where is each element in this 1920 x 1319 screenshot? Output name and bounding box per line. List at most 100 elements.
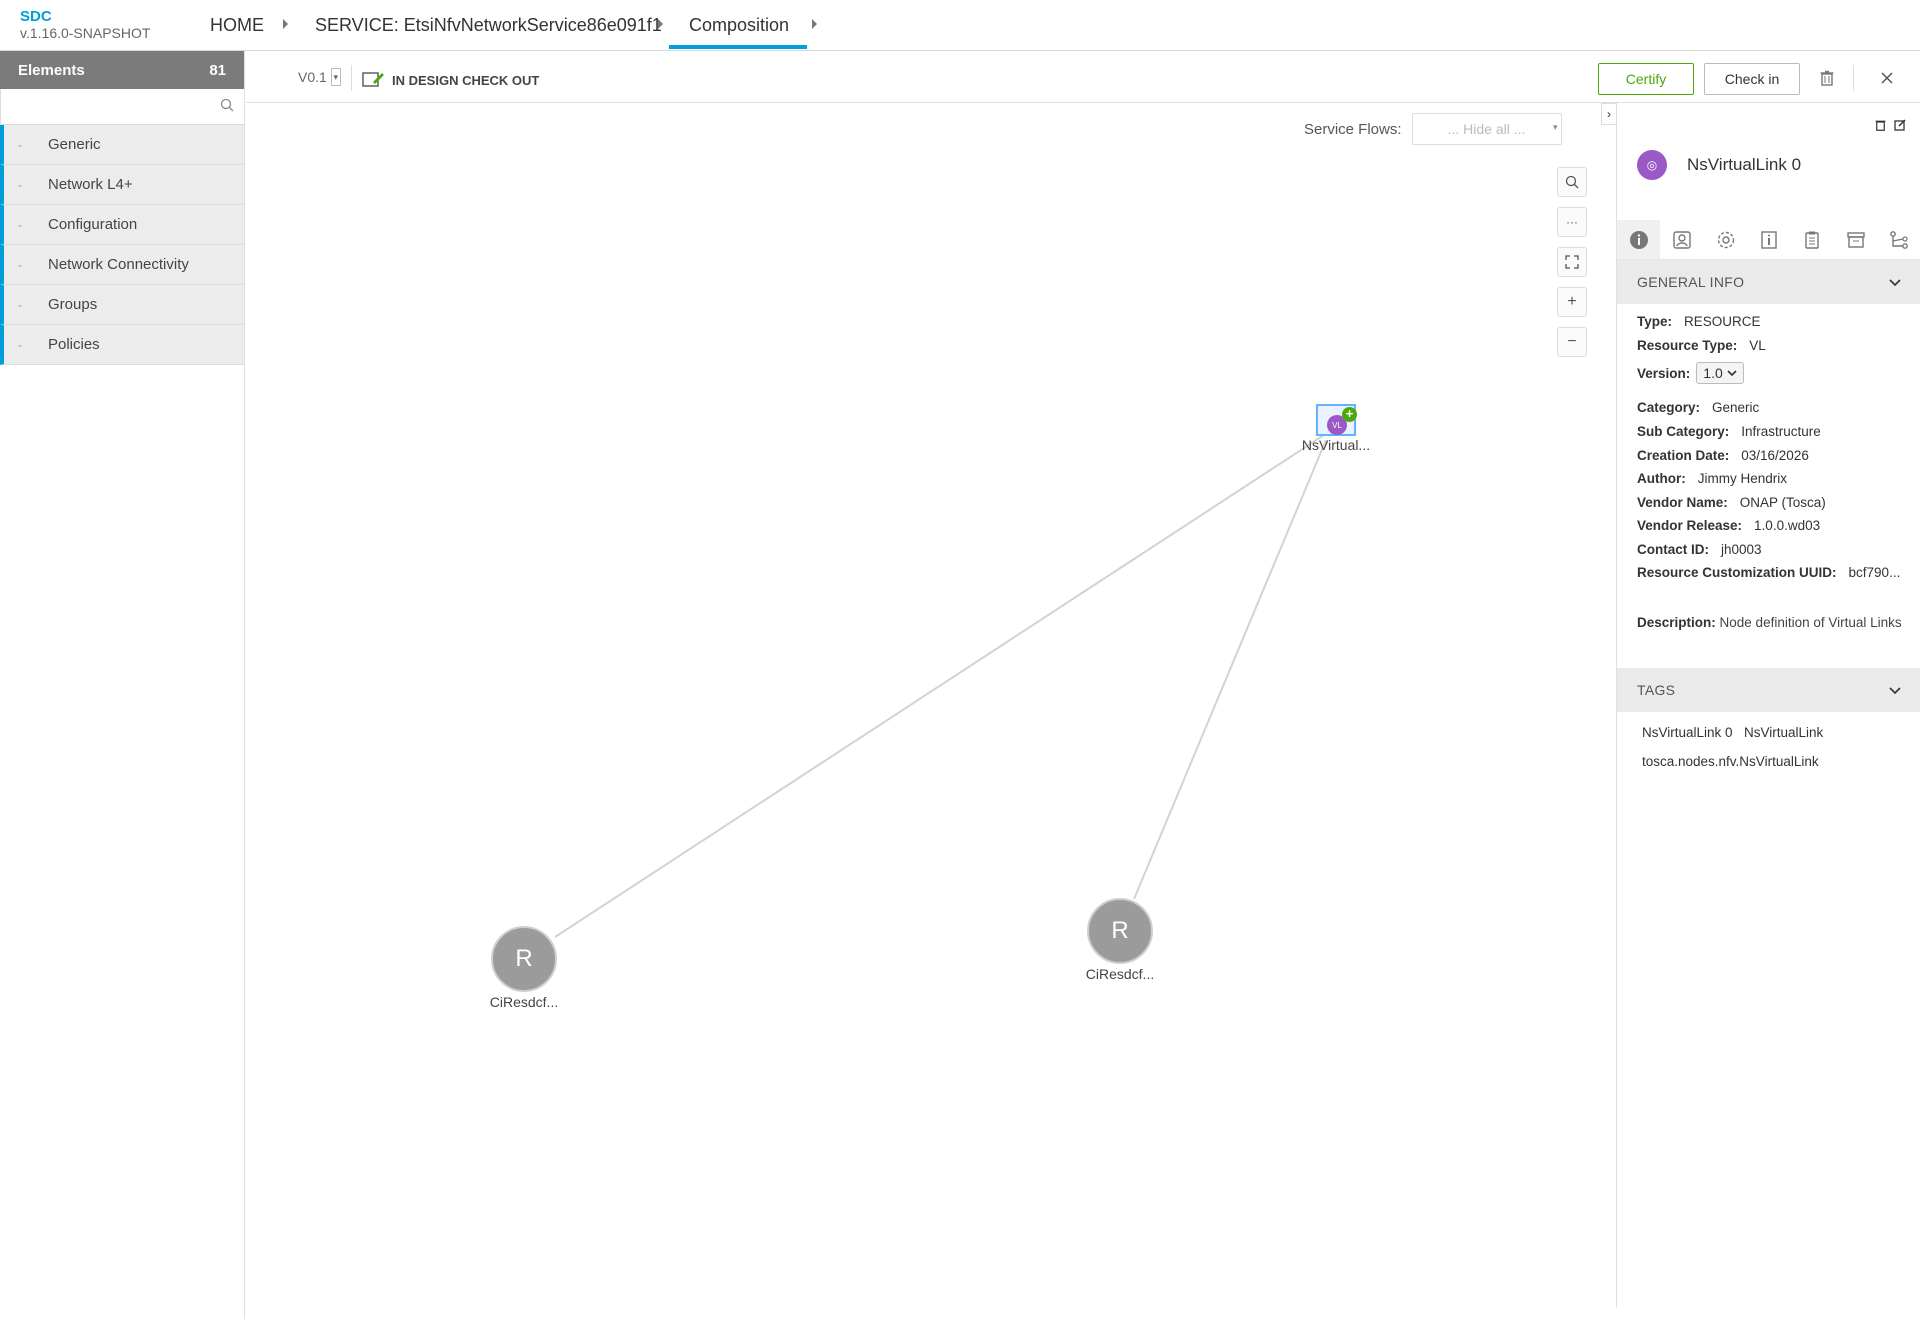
check-in-button[interactable]: Check in xyxy=(1704,63,1800,95)
info-value: Jimmy Hendrix xyxy=(1697,471,1787,486)
component-name: NsVirtualLink 0 xyxy=(1687,155,1802,174)
node-label[interactable]: CiResdcf... xyxy=(464,994,584,1010)
app-logo[interactable]: SDC v.1.16.0-SNAPSHOT xyxy=(20,9,151,42)
info-value: 03/16/2026 xyxy=(1741,448,1809,463)
version-value: V0.1 xyxy=(298,69,327,85)
collapse-dash-icon: - xyxy=(18,137,22,152)
service-flows-select[interactable]: ... Hide all ... ▾ xyxy=(1411,113,1562,145)
info-row-contact-id: Contact ID: jh0003 xyxy=(1637,542,1762,557)
breadcrumb-arrow-icon[interactable] xyxy=(658,19,663,29)
breadcrumb-service[interactable]: SERVICE: EtsiNfvNetworkService86e091f1 xyxy=(315,15,662,36)
category-generic[interactable]: - Generic xyxy=(0,125,244,165)
general-info-header[interactable]: GENERAL INFO xyxy=(1617,260,1920,304)
add-relation-icon[interactable]: + xyxy=(1342,407,1357,422)
info-value: 1.0.0.wd03 xyxy=(1754,518,1821,533)
info-row-vendor-release: Vendor Release: 1.0.0.wd03 xyxy=(1637,518,1820,533)
caret-down-icon: ▾ xyxy=(330,68,341,86)
tags-header[interactable]: TAGS xyxy=(1617,668,1920,712)
lifecycle-status: IN DESIGN CHECK OUT xyxy=(362,70,539,91)
caret-down-icon: ▾ xyxy=(1553,122,1558,132)
version-select[interactable]: V0.1 ▾ xyxy=(298,68,341,86)
plus-icon[interactable]: + xyxy=(1557,287,1587,317)
info-key: Sub Category: xyxy=(1637,424,1730,439)
elements-search-input[interactable] xyxy=(1,89,201,123)
info-row-vendor-name: Vendor Name: ONAP (Tosca) xyxy=(1637,495,1826,510)
collapse-dash-icon: - xyxy=(18,217,22,232)
top-nav: SDC v.1.16.0-SNAPSHOT HOME SERVICE: Etsi… xyxy=(0,0,1920,51)
trash-icon[interactable] xyxy=(1875,118,1886,136)
divider xyxy=(1853,65,1854,91)
category-network-l4[interactable]: - Network L4+ xyxy=(0,165,244,205)
elements-search xyxy=(0,89,244,125)
breadcrumb-arrow-icon[interactable] xyxy=(812,19,817,29)
relation-edge[interactable] xyxy=(1133,439,1327,900)
tab-information-artifacts[interactable] xyxy=(1747,220,1790,259)
component-version-select[interactable]: 1.0 xyxy=(1696,362,1744,384)
info-row-version: Version: 1.0 xyxy=(1637,362,1744,384)
search-icon[interactable] xyxy=(1557,167,1587,197)
certify-button[interactable]: Certify xyxy=(1598,63,1694,95)
status-text: IN DESIGN CHECK OUT xyxy=(392,73,540,88)
archive-icon xyxy=(1847,231,1865,248)
tags-title: TAGS xyxy=(1637,682,1676,698)
service-flows-value: ... Hide all ... xyxy=(1447,121,1526,137)
info-row-uuid: Resource Customization UUID: bcf790... xyxy=(1637,565,1900,580)
info-key: Resource Type: xyxy=(1637,338,1738,353)
active-tab-indicator xyxy=(669,45,807,49)
workspace-toolbar: V0.1 ▾ IN DESIGN CHECK OUT Certify Check… xyxy=(246,51,1920,103)
close-icon[interactable] xyxy=(1876,67,1898,89)
category-label: Groups xyxy=(48,296,98,313)
tab-general-info[interactable] xyxy=(1617,220,1661,259)
info-key: Category: xyxy=(1637,400,1701,415)
tab-relations[interactable] xyxy=(1878,220,1920,259)
resource-node[interactable]: R xyxy=(491,926,557,992)
info-key: Author: xyxy=(1637,471,1686,486)
collapse-dash-icon: - xyxy=(18,257,22,272)
tab-requirements-capabilities[interactable] xyxy=(1834,220,1877,259)
category-label: Policies xyxy=(48,336,100,353)
trash-icon[interactable] xyxy=(1816,67,1838,89)
search-icon[interactable] xyxy=(220,98,234,117)
info-value: RESOURCE xyxy=(1684,314,1761,329)
node-label[interactable]: NsVirtual... xyxy=(1276,437,1396,453)
component-type-icon: ◎ xyxy=(1637,150,1667,180)
category-label: Configuration xyxy=(48,216,138,233)
component-description: Description: Node definition of Virtual … xyxy=(1637,613,1907,632)
tab-deployment-artifacts[interactable] xyxy=(1660,220,1703,259)
tab-api[interactable] xyxy=(1791,220,1834,259)
tab-properties[interactable] xyxy=(1704,220,1747,259)
breadcrumb-arrow-icon[interactable] xyxy=(283,19,288,29)
relation-edge[interactable] xyxy=(554,434,1325,938)
info-row-type: Type: RESOURCE xyxy=(1637,314,1761,329)
minus-icon[interactable]: − xyxy=(1557,327,1587,357)
component-version-value: 1.0 xyxy=(1703,365,1723,381)
category-groups[interactable]: - Groups xyxy=(0,285,244,325)
category-network-connectivity[interactable]: - Network Connectivity xyxy=(0,245,244,285)
more-icon[interactable]: ··· xyxy=(1557,207,1587,237)
info-key: Creation Date: xyxy=(1637,448,1730,463)
gear-icon xyxy=(1717,231,1734,248)
breadcrumb-composition[interactable]: Composition xyxy=(689,15,789,36)
details-panel: › ◎ NsVirtualLink 0 GENERAL INFO Type: R… xyxy=(1601,103,1920,1308)
resource-node[interactable]: R xyxy=(1087,898,1153,964)
info-row-sub-category: Sub Category: Infrastructure xyxy=(1637,424,1821,439)
info-value: ONAP (Tosca) xyxy=(1739,495,1826,510)
node-label[interactable]: CiResdcf... xyxy=(1060,966,1180,982)
breadcrumb-home[interactable]: HOME xyxy=(210,15,264,36)
info-key: Vendor Release: xyxy=(1637,518,1743,533)
category-configuration[interactable]: - Configuration xyxy=(0,205,244,245)
category-label: Network Connectivity xyxy=(48,256,189,273)
vl-node[interactable]: VL + xyxy=(1316,404,1357,436)
chevron-right-icon[interactable]: › xyxy=(1601,103,1617,125)
composition-canvas[interactable]: Service Flows: ... Hide all ... ▾ ··· + … xyxy=(246,103,1616,1308)
info-key: Resource Customization UUID: xyxy=(1637,565,1837,580)
divider xyxy=(351,65,352,91)
app-version: v.1.16.0-SNAPSHOT xyxy=(20,25,151,41)
description-key: Description: xyxy=(1637,615,1716,630)
details-tabs xyxy=(1617,220,1920,260)
edit-icon[interactable] xyxy=(1894,118,1906,136)
fit-screen-icon[interactable] xyxy=(1557,247,1587,277)
info-row-category: Category: Generic xyxy=(1637,400,1759,415)
info-value: jh0003 xyxy=(1721,542,1762,557)
category-policies[interactable]: - Policies xyxy=(0,325,244,365)
